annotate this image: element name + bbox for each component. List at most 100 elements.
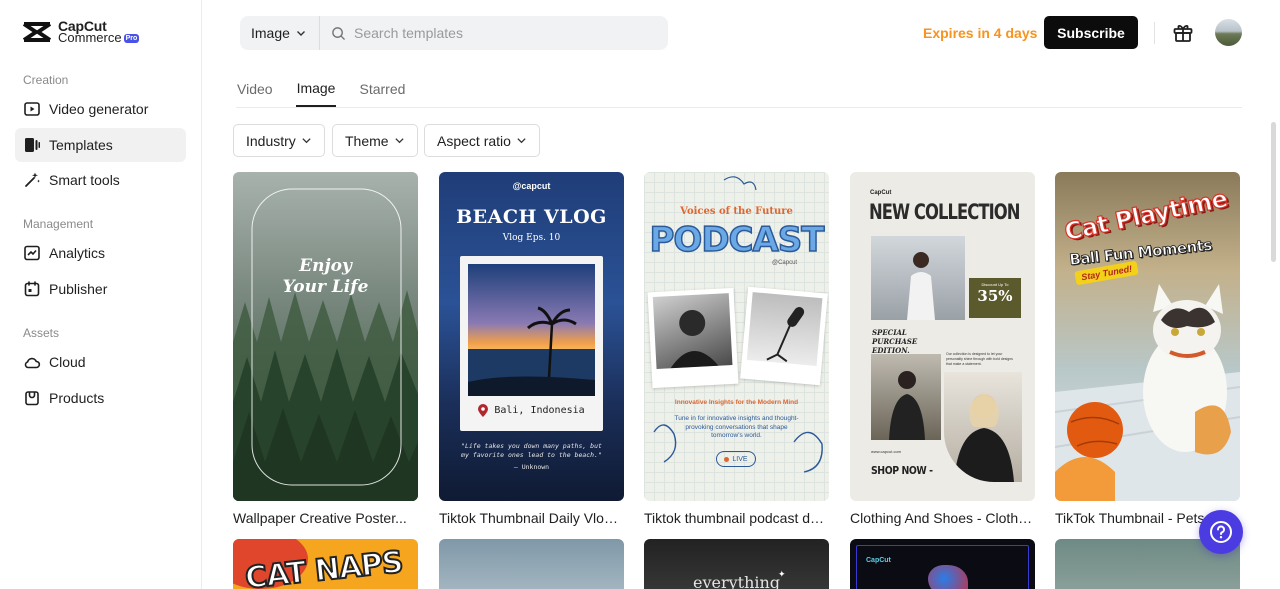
sidebar-item-cloud[interactable]: Cloud: [15, 345, 186, 379]
photo-model-3: [944, 372, 1022, 482]
video-generator-icon: [24, 102, 40, 116]
filter-label: Industry: [246, 132, 296, 149]
filter-aspect-ratio[interactable]: Aspect ratio: [424, 124, 540, 157]
photo-model-1: [871, 236, 965, 320]
template-thumbnail[interactable]: Enjoy Your Life: [233, 172, 418, 501]
search-bar: Image: [240, 16, 668, 50]
tab-image[interactable]: Image: [295, 70, 337, 107]
template-title[interactable]: Tiktok thumbnail podcast dai...: [644, 510, 829, 526]
thumb-text: Bali, Indonesia: [494, 405, 585, 416]
search-field: [320, 25, 668, 41]
template-thumbnail[interactable]: CapCut NEW COLLECTION Discount Up To 35%…: [850, 172, 1035, 501]
template-title[interactable]: Wallpaper Creative Poster...: [233, 510, 418, 526]
tab-starred[interactable]: Starred: [358, 70, 406, 107]
thumb-text: BEACH VLOG: [456, 206, 607, 228]
forest-thumbnail-art: [233, 172, 418, 501]
templates-icon: [25, 138, 40, 152]
products-icon: [25, 391, 39, 406]
pro-badge: Pro: [123, 33, 140, 43]
thumb-text: Enjoy: [299, 256, 352, 276]
sidebar-item-video-generator[interactable]: Video generator: [15, 92, 186, 126]
sidebar-item-label: Cloud: [49, 354, 86, 370]
tab-bar: Video Image Starred: [236, 70, 406, 108]
discount-box: Discount Up To 35%: [969, 278, 1021, 318]
thumb-text: NEW COLLECTION: [869, 200, 1020, 224]
template-card[interactable]: CapCut NEW COLLECTION Discount Up To 35%…: [850, 172, 1035, 526]
gift-icon[interactable]: [1172, 21, 1194, 43]
template-card[interactable]: Enjoy Your Life Wallpaper Creative Poste…: [233, 172, 418, 526]
thumb-text: SHOP NOW -: [871, 464, 933, 477]
thumb-text: PODCAST: [649, 219, 826, 261]
thumb-text: @Capcut: [772, 260, 798, 266]
thumb-text: CapCut: [866, 557, 891, 564]
sidebar-item-publisher[interactable]: Publisher: [15, 272, 186, 306]
thumb-text: — Unknown: [513, 463, 550, 471]
thumb-text: CapCut: [870, 190, 892, 196]
thumb-text: "Life takes you down many paths, but my …: [461, 442, 602, 459]
sidebar-item-label: Video generator: [49, 101, 149, 117]
template-thumbnail-row2[interactable]: CAT NAPS: [233, 539, 418, 589]
sidebar-item-label: Analytics: [49, 245, 106, 261]
section-label-assets: Assets: [23, 326, 60, 340]
sidebar-item-products[interactable]: Products: [15, 381, 186, 415]
thumb-text: www.capcut.com: [871, 449, 902, 454]
polaroid-frame: Bali, Indonesia: [460, 256, 603, 431]
filter-label: Aspect ratio: [437, 132, 511, 149]
analytics-icon: [24, 245, 40, 261]
scrollbar[interactable]: [1271, 122, 1276, 262]
search-icon: [332, 26, 345, 40]
capcut-commerce-logo[interactable]: CapCut Commerce Pro: [22, 19, 140, 45]
template-title[interactable]: Tiktok Thumbnail Daily Vlog -...: [439, 510, 624, 526]
search-type-value: Image: [251, 25, 290, 41]
template-card[interactable]: Cat Playtime Ball Fun Moments Stay Tuned…: [1055, 172, 1240, 526]
sidebar-item-label: Smart tools: [49, 172, 120, 188]
subscribe-button[interactable]: Subscribe: [1044, 16, 1138, 49]
search-input[interactable]: [354, 25, 654, 41]
template-thumbnail[interactable]: Voices of the Future PODCAST @Capcut Inn…: [644, 172, 829, 501]
template-thumbnail-row2[interactable]: [439, 539, 624, 589]
photo-microphone: [740, 286, 828, 386]
cloud-icon: [24, 357, 41, 369]
template-card[interactable]: @capcut BEACH VLOG Vlog Eps. 10 Bali, In…: [439, 172, 624, 526]
sidebar-item-label: Templates: [49, 137, 113, 153]
calendar-icon: [24, 281, 40, 297]
chevron-down-icon: [297, 31, 305, 36]
thumb-text: Your Life: [282, 277, 369, 297]
thumb-text: Tune in for innovative insights and thou…: [674, 415, 799, 439]
thumb-text: 35%: [977, 287, 1013, 305]
tab-video[interactable]: Video: [236, 70, 274, 107]
sunset-photo: [468, 264, 595, 396]
section-label-management: Management: [23, 217, 94, 231]
thumb-text: everything: [692, 573, 781, 589]
template-title[interactable]: Clothing And Shoes - Clothin...: [850, 510, 1035, 526]
magic-wand-icon: [25, 172, 41, 187]
sidebar-item-smart-tools[interactable]: Smart tools: [15, 163, 186, 197]
thumb-text: Our collection is designed to let your p…: [946, 352, 1013, 366]
avatar[interactable]: [1215, 19, 1242, 46]
thumb-text: Voices of the Future: [680, 206, 793, 217]
template-thumbnail[interactable]: @capcut BEACH VLOG Vlog Eps. 10 Bali, In…: [439, 172, 624, 501]
tab-divider: [236, 107, 1242, 108]
sidebar-item-label: Publisher: [49, 281, 108, 297]
thumb-text: SPECIAL PURCHASE EDITION.: [872, 328, 918, 355]
thumb-text: Vlog Eps. 10: [502, 233, 561, 243]
chevron-down-icon: [394, 138, 404, 144]
filter-industry[interactable]: Industry: [233, 124, 325, 157]
photo-host: [647, 287, 739, 389]
section-label-creation: Creation: [23, 73, 69, 87]
expires-notice[interactable]: Expires in 4 days: [923, 25, 1037, 41]
template-thumbnail[interactable]: Cat Playtime Ball Fun Moments Stay Tuned…: [1055, 172, 1240, 501]
template-thumbnail-row2[interactable]: everything ✦: [644, 539, 829, 589]
filter-theme[interactable]: Theme: [332, 124, 418, 157]
template-thumbnail-row2[interactable]: CapCut: [850, 539, 1035, 589]
search-type-dropdown[interactable]: Image: [240, 16, 320, 50]
location-pin-icon: [478, 404, 489, 417]
photo-model-2: [871, 354, 941, 440]
help-button[interactable]: [1199, 510, 1243, 554]
template-card[interactable]: Voices of the Future PODCAST @Capcut Inn…: [644, 172, 829, 526]
sidebar-item-analytics[interactable]: Analytics: [15, 236, 186, 270]
thumb-text: Innovative Insights for the Modern Mind: [674, 399, 799, 406]
brand-subname: Commerce: [58, 30, 122, 45]
chevron-down-icon: [517, 138, 526, 144]
sidebar-item-templates[interactable]: Templates: [15, 128, 186, 162]
